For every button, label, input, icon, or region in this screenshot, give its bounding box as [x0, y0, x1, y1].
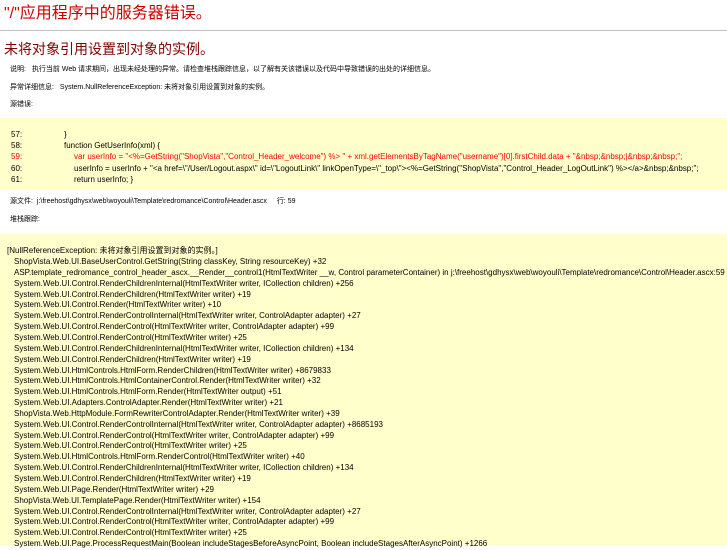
exception-row: 异常详细信息: System.NullReferenceException: 未… [10, 84, 269, 92]
source-line-text: var userInfo = "<%=GetString("ShopVista"… [74, 152, 683, 162]
stack-trace-line: System.Web.UI.Control.RenderControl(Html… [14, 322, 335, 332]
stack-trace-line: System.Web.UI.Control.RenderControl(Html… [14, 528, 247, 538]
page-title: "/"应用程序中的服务器错误。 [4, 5, 212, 22]
stack-trace-line: System.Web.UI.HtmlControls.HtmlForm.Rend… [14, 452, 305, 462]
source-file-row: 源文件: j:\freehost\gdhysx\web\woyouli\Temp… [10, 198, 296, 206]
source-line-text: return userInfo; } [74, 174, 134, 184]
stack-trace-line: System.Web.UI.Control.RenderControl(Html… [14, 430, 335, 440]
description-row: 说明: 执行当前 Web 请求期间，出现未经处理的异常。请检查堆栈跟踪信息，以了… [10, 66, 435, 74]
stack-trace-line: System.Web.UI.Control.RenderChildrenInte… [14, 278, 354, 288]
description-label: 说明: [10, 66, 26, 73]
stack-trace-line: System.Web.UI.Control.RenderControlInter… [14, 311, 361, 321]
stack-trace-line: ShopVista.Web.UI.TemplatePage.Render(Htm… [14, 495, 261, 505]
error-message-heading: 未将对象引用设置到对象的实例。 [4, 41, 214, 57]
source-line-number: 58: [11, 141, 23, 151]
stack-trace-line: ShopVista.Web.UI.BaseUserControl.GetStri… [14, 257, 327, 266]
exception-text: System.NullReferenceException: 未将对象引用设置到… [59, 84, 270, 91]
source-line-number: 59: [11, 152, 23, 162]
source-line-text: userInfo = userInfo + "<a href=\"/User/L… [74, 163, 699, 173]
stack-trace-line: ShopVista.Web.HttpModule.FormRewriterCon… [14, 408, 340, 418]
stack-trace-line: System.Web.UI.Control.RenderControl(Html… [14, 441, 247, 451]
stack-trace-line: System.Web.UI.Control.Render(HtmlTextWri… [14, 300, 222, 310]
stack-trace-line: System.Web.UI.Control.RenderControl(Html… [14, 332, 247, 342]
title-divider [0, 30, 727, 31]
stack-trace-line: System.Web.UI.HtmlControls.HtmlForm.Rend… [14, 365, 331, 375]
stack-trace-line: System.Web.UI.Control.RenderChildrenInte… [14, 343, 354, 353]
source-file-path: j:\freehost\gdhysx\web\woyouli\Template\… [36, 198, 267, 205]
source-line-number: 60: [11, 163, 23, 173]
stack-trace-line: System.Web.UI.HtmlControls.HtmlContainer… [14, 376, 321, 386]
stack-trace-line: System.Web.UI.Page.Render(HtmlTextWriter… [14, 484, 214, 494]
source-line-number: 59 [287, 198, 296, 205]
source-line-text: } [64, 130, 67, 139]
stack-trace-header: [NullReferenceException: 未将对象引用设置到对象的实例。… [7, 246, 218, 255]
source-line-number: 57: [11, 130, 23, 139]
source-line-text: function GetUserInfo(xml) { [64, 141, 161, 151]
stack-trace-line: System.Web.UI.Control.RenderControlInter… [14, 506, 361, 516]
source-error-box: 57:} 58: function GetUserInfo(xml) { 59: var… [0, 118, 727, 190]
stack-trace-line: System.Web.UI.Control.RenderChildren(Htm… [14, 354, 251, 364]
stack-trace-line: System.Web.UI.Control.RenderChildren(Htm… [14, 289, 251, 299]
stack-trace-line: ASP.template_redromance_control_header_a… [14, 267, 725, 277]
description-text: 执行当前 Web 请求期间，出现未经处理的异常。请检查堆栈跟踪信息，以了解有关该… [31, 66, 436, 73]
source-line-label: 行: [276, 198, 286, 205]
stack-trace-line: System.Web.UI.Control.RenderChildrenInte… [14, 463, 354, 473]
stack-trace-line: System.Web.UI.Adapters.ControlAdapter.Re… [14, 398, 283, 408]
stack-trace-line: System.Web.UI.HtmlControls.HtmlForm.Rend… [14, 387, 282, 397]
stack-trace-line: System.Web.UI.Control.RenderControlInter… [14, 419, 383, 429]
stack-trace-box: [NullReferenceException: 未将对象引用设置到对象的实例。… [0, 234, 727, 548]
source-line-number: 61: [11, 174, 23, 184]
stack-trace-line: System.Web.UI.Control.RenderChildren(Htm… [14, 474, 251, 483]
exception-label: 异常详细信息: [10, 84, 54, 91]
source-error-label: 源错误: [10, 101, 33, 108]
stack-trace-label: 堆栈跟踪: [10, 216, 40, 223]
stack-trace-line: System.Web.UI.Control.RenderControl(Html… [14, 517, 335, 527]
source-file-label: 源文件: [10, 198, 33, 205]
